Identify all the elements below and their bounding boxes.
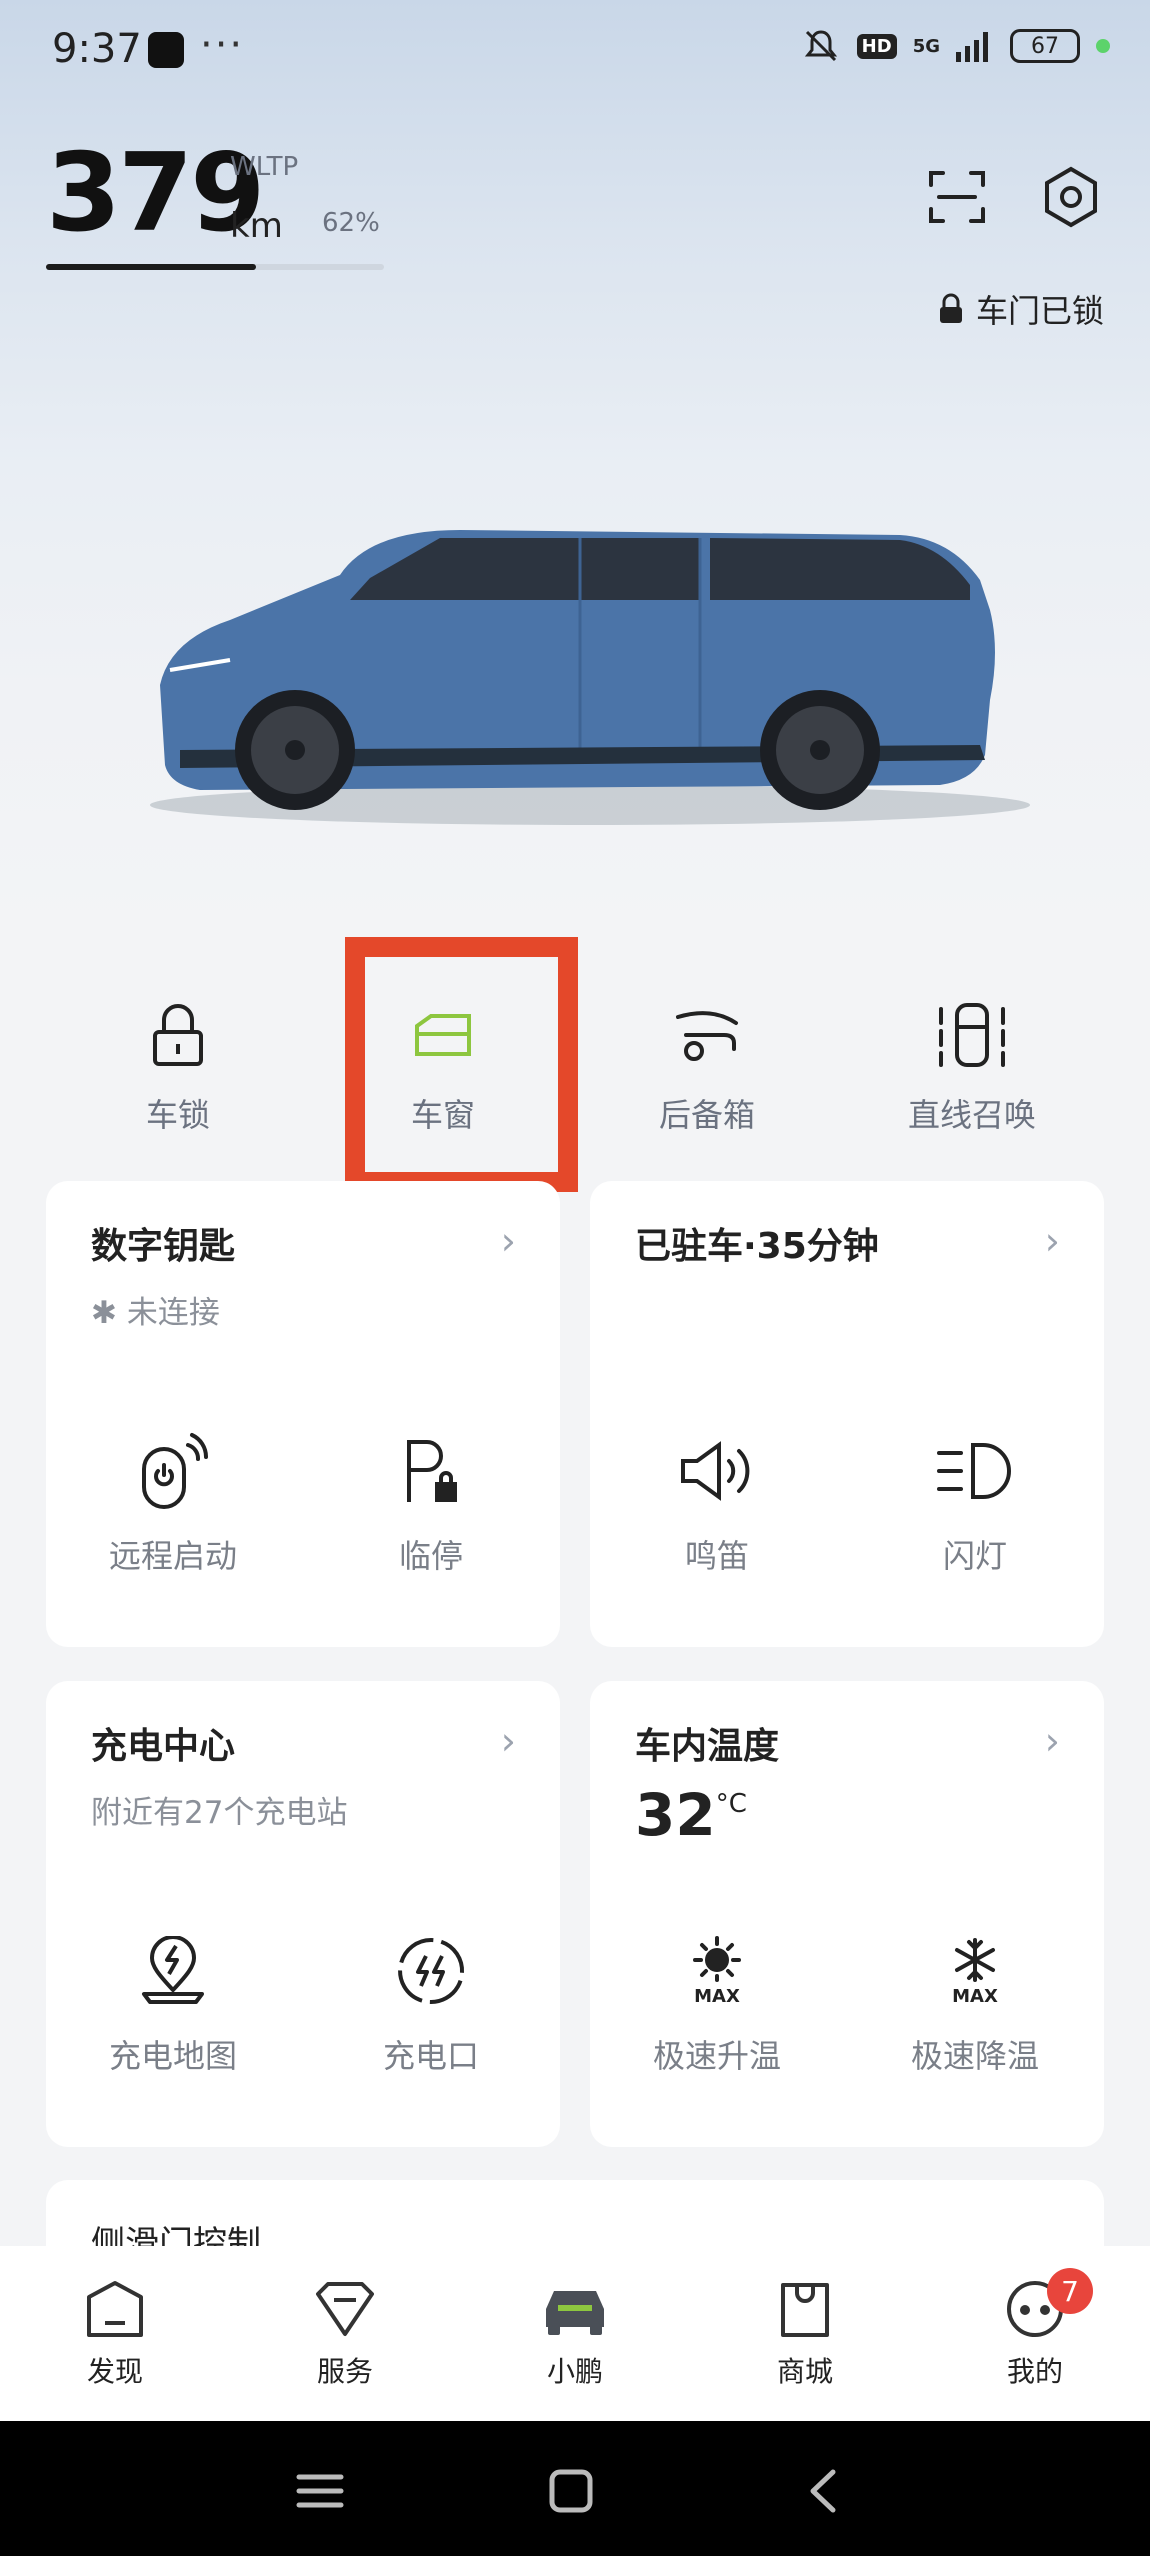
charging-port-button[interactable]: 充电口	[331, 1931, 531, 2077]
action-label: 临停	[398, 1537, 463, 1575]
highlight-box	[345, 937, 578, 1192]
quick-action-label: 直线召唤	[907, 1096, 1036, 1134]
bottom-tab-bar: 发现 服务 小鹏 商城 我的 7	[0, 2246, 1150, 2421]
capcut-app-icon	[148, 32, 184, 68]
temp-parking-icon	[407, 1440, 457, 1502]
service-icon	[316, 2282, 374, 2336]
max-label: MAX	[952, 1986, 998, 2006]
action-label: 极速升温	[652, 2037, 781, 2075]
more-notifications-icon: ···	[200, 22, 245, 68]
tab-xpeng[interactable]: 小鹏	[505, 2274, 645, 2390]
quick-action-lock[interactable]: 车锁	[63, 960, 293, 1160]
tab-service[interactable]: 服务	[275, 2274, 415, 2390]
bluetooth-status: ✱ 未连接	[91, 1287, 220, 1332]
lock-small-icon	[939, 293, 962, 323]
privacy-dot-icon	[1096, 39, 1110, 53]
bluetooth-status-text: 未连接	[126, 1295, 220, 1331]
flash-lights-button[interactable]: 闪灯	[875, 1431, 1075, 1577]
mute-icon	[804, 30, 837, 62]
card-title: 数字钥匙	[91, 1226, 236, 1267]
lock-icon	[153, 1004, 203, 1066]
action-label: 鸣笛	[684, 1537, 749, 1575]
charging-card[interactable]: 充电中心 › 附近有27个充电站 充电地图 充电口	[46, 1681, 560, 2147]
battery-icon: 67	[1010, 29, 1080, 63]
tab-label: 服务	[316, 2355, 373, 2388]
notification-badge: 7	[1047, 2268, 1093, 2314]
action-label: 充电口	[382, 2037, 479, 2075]
tab-label: 发现	[86, 2355, 143, 2388]
headlight-icon	[937, 1443, 1011, 1499]
hd-icon: HD	[856, 33, 897, 59]
chevron-right-icon[interactable]: ›	[1045, 1719, 1060, 1763]
tab-store[interactable]: 商城	[735, 2274, 875, 2390]
store-icon	[781, 2283, 829, 2337]
door-lock-text: 车门已锁	[975, 292, 1104, 330]
home-icon[interactable]	[536, 2456, 606, 2526]
settings-icon[interactable]	[1036, 162, 1106, 232]
range-progress-bar	[46, 264, 384, 270]
car-tab-icon	[546, 2291, 604, 2335]
horn-icon	[681, 1441, 750, 1501]
card-title: 充电中心	[91, 1726, 236, 1767]
quick-action-label: 车锁	[145, 1096, 210, 1134]
parked-card[interactable]: 已驻车·35分钟 › 鸣笛 闪灯	[590, 1181, 1104, 1647]
tab-label: 我的	[1006, 2355, 1063, 2388]
range-progress-fill	[46, 264, 256, 270]
action-label: 闪灯	[942, 1537, 1007, 1575]
card-title: 车内温度	[635, 1726, 780, 1767]
range-unit: km	[230, 206, 283, 246]
scan-icon[interactable]	[922, 162, 992, 232]
menu-icon[interactable]	[285, 2456, 355, 2526]
quick-action-label: 后备箱	[658, 1096, 755, 1134]
signal-bars-icon	[956, 32, 988, 62]
bluetooth-icon: ✱	[91, 1295, 117, 1331]
quick-action-summon[interactable]: 直线召唤	[857, 960, 1087, 1160]
snowflake-max-icon: MAX	[952, 1938, 998, 2006]
cabin-temp-unit: °C	[715, 1789, 747, 1819]
charging-map-icon	[142, 1936, 204, 2004]
trunk-icon	[676, 1011, 738, 1061]
discover-icon	[87, 2281, 143, 2337]
honk-button[interactable]: 鸣笛	[617, 1431, 817, 1577]
status-bar: 9:37 ··· HD 5G 67	[0, 0, 1150, 100]
battery-level: 67	[1031, 33, 1059, 59]
charging-map-button[interactable]: 充电地图	[73, 1931, 273, 2077]
cabin-temp-value: 32°C	[635, 1781, 747, 1849]
action-label: 远程启动	[108, 1537, 237, 1575]
card-title: 已驻车·35分钟	[635, 1226, 879, 1267]
signal-label: 5G	[912, 35, 940, 57]
system-nav-bar	[0, 2421, 1150, 2556]
remote-start-icon	[142, 1433, 208, 1509]
battery-percent: 62%	[322, 208, 380, 238]
tab-discover[interactable]: 发现	[45, 2274, 185, 2390]
remote-start-button[interactable]: 远程启动	[73, 1431, 273, 1577]
range-display: 379 WLTP km 62%	[46, 140, 380, 248]
summon-icon	[939, 1003, 1005, 1067]
cabin-temp-card[interactable]: 车内温度 › 32°C MAX 极速升温 MAX 极速降温	[590, 1681, 1104, 2147]
charging-port-icon	[398, 1938, 464, 2004]
cabin-temp-number: 32	[635, 1781, 716, 1849]
temp-parking-button[interactable]: 临停	[331, 1431, 531, 1577]
digital-key-card[interactable]: 数字钥匙 › ✱ 未连接 远程启动 临停	[46, 1181, 560, 1647]
action-label: 极速降温	[910, 2037, 1039, 2075]
tab-label: 商城	[776, 2355, 833, 2388]
door-lock-status: 车门已锁	[938, 286, 1104, 332]
card-subtitle: 附近有27个充电站	[91, 1795, 348, 1831]
status-right-icons: HD 5G 67	[801, 28, 1110, 64]
action-label: 充电地图	[108, 2037, 237, 2075]
quick-action-trunk[interactable]: 后备箱	[592, 960, 822, 1160]
rapid-heat-button[interactable]: MAX 极速升温	[617, 1931, 817, 2077]
back-icon[interactable]	[788, 2456, 858, 2526]
sun-max-icon: MAX	[693, 1936, 741, 2006]
chevron-right-icon[interactable]: ›	[1045, 1219, 1060, 1263]
tab-mine[interactable]: 我的 7	[965, 2268, 1105, 2390]
status-time: 9:37	[52, 26, 142, 72]
car-image	[150, 530, 1030, 825]
max-label: MAX	[694, 1986, 740, 2006]
range-standard: WLTP	[230, 152, 299, 182]
tab-label: 小鹏	[546, 2355, 603, 2388]
chevron-right-icon[interactable]: ›	[501, 1719, 516, 1763]
rapid-cool-button[interactable]: MAX 极速降温	[875, 1931, 1075, 2077]
chevron-right-icon[interactable]: ›	[501, 1219, 516, 1263]
